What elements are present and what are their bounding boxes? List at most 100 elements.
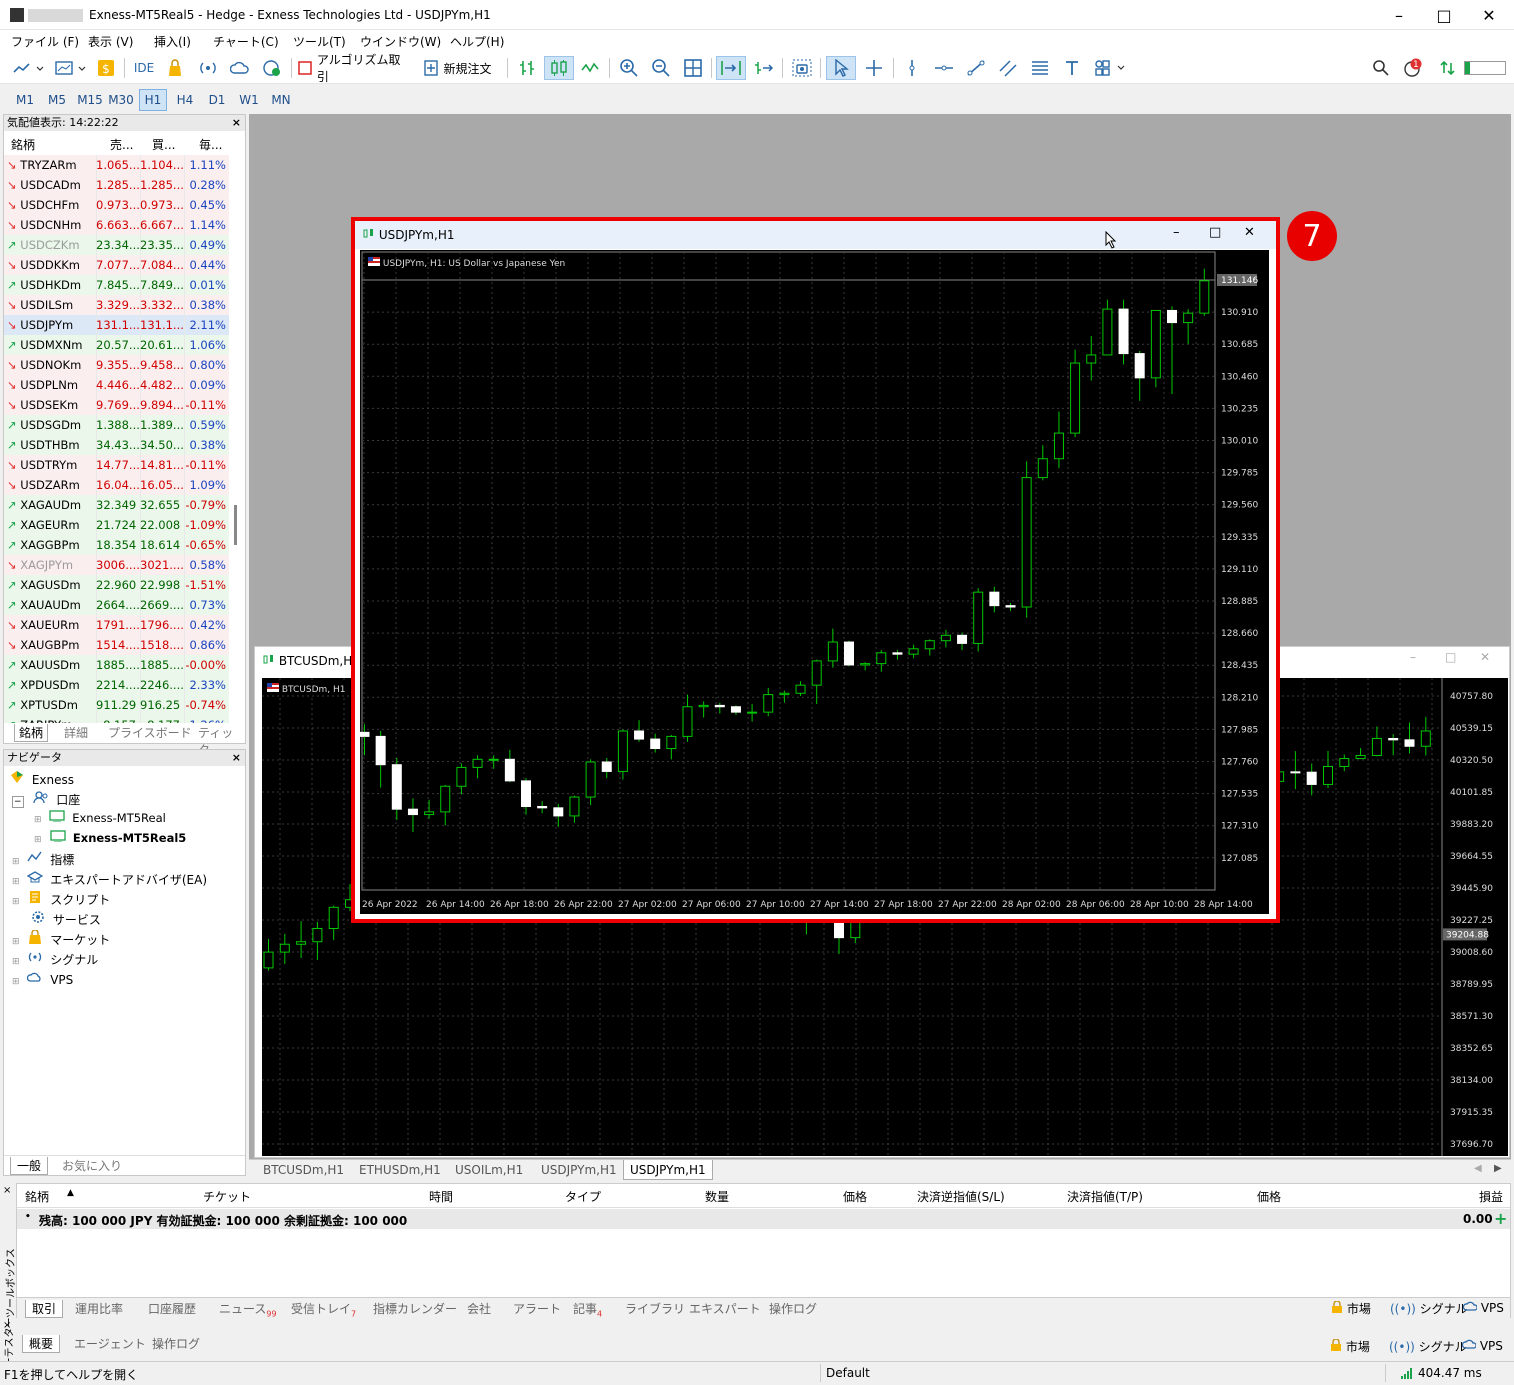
nav-scripts[interactable]: ⊞ スクリプト: [12, 890, 110, 908]
tf-h4[interactable]: H4: [171, 89, 199, 111]
notifications-icon[interactable]: 1: [1400, 56, 1426, 80]
market-watch-row[interactable]: ↘ USDZARm 16.04... 16.05... 1.09%: [4, 475, 229, 495]
col-bid[interactable]: 売...: [110, 136, 133, 153]
market-watch-row[interactable]: ↗ XAGGBPm 18.354 18.614 -0.65%: [4, 535, 229, 555]
menu-help[interactable]: ヘルプ(H): [450, 33, 504, 50]
close-icon[interactable]: ✕: [1480, 650, 1490, 664]
col-take-profit[interactable]: 決済指値(T/P): [1067, 1188, 1143, 1205]
col-price[interactable]: 価格: [843, 1188, 867, 1205]
nav-experts[interactable]: ⊞ エキスパートアドバイザ(EA): [12, 870, 207, 888]
menu-window[interactable]: ウインドウ(W): [360, 33, 441, 50]
signals-link[interactable]: ((•)) シグナル: [1389, 1338, 1467, 1355]
market-watch-row[interactable]: ↘ USDCHFm 0.973... 0.973... 0.45%: [4, 195, 229, 215]
tab-experts[interactable]: エキスパート: [689, 1300, 761, 1317]
tile-windows-icon[interactable]: [680, 56, 706, 80]
text-tool-icon[interactable]: [1059, 56, 1085, 80]
menu-view[interactable]: 表示 (V): [88, 33, 133, 50]
nav-root[interactable]: Exness: [10, 770, 74, 787]
market-watch-row[interactable]: ↘ XAUEURm 1791.... 1796.... 0.42%: [4, 615, 229, 635]
maximize-icon[interactable]: □: [1421, 0, 1467, 30]
candlestick-icon[interactable]: [544, 56, 574, 80]
line-chart-icon[interactable]: [578, 56, 604, 80]
tab-articles[interactable]: 記事4: [573, 1300, 602, 1318]
nav-account-2[interactable]: ⊞ Exness-MT5Real5: [34, 830, 186, 845]
market-watch-row[interactable]: ↗ XAGUSDm 22.960 22.998 -1.51%: [4, 575, 229, 595]
tab-agents[interactable]: エージェント: [74, 1335, 146, 1352]
scroll-right-icon[interactable]: ▶: [1494, 1163, 1502, 1174]
close-icon[interactable]: ×: [232, 115, 241, 131]
zoom-out-icon[interactable]: [648, 56, 674, 80]
tab-favorites[interactable]: お気に入り: [62, 1157, 122, 1174]
nav-indicators[interactable]: ⊞ 指標: [12, 850, 74, 868]
tf-h1[interactable]: H1: [139, 89, 167, 111]
tab-exposure[interactable]: 運用比率: [75, 1300, 123, 1317]
chart-tab-usoil[interactable]: USOILm,H1: [449, 1160, 529, 1180]
market-watch-row[interactable]: ↗ USDMXNm 20.57... 20.61... 1.06%: [4, 335, 229, 355]
templates-icon[interactable]: [52, 56, 90, 80]
chart-tab-ethusd[interactable]: ETHUSDm,H1: [353, 1160, 447, 1180]
cursor-icon[interactable]: [826, 56, 856, 80]
signals-link[interactable]: ((•)) シグナル: [1390, 1300, 1468, 1317]
menu-tools[interactable]: ツール(T): [293, 33, 346, 50]
market-watch-row[interactable]: ↗ USDCZKm 23.34... 23.35... 0.49%: [4, 235, 229, 255]
tab-symbols[interactable]: 銘柄: [14, 724, 49, 742]
tf-d1[interactable]: D1: [203, 89, 231, 111]
tab-details[interactable]: 詳細: [64, 724, 88, 741]
market-watch-row[interactable]: ↗ XPDUSDm 2214.... 2246.... 2.33%: [4, 675, 229, 695]
screenshot-icon[interactable]: [789, 56, 815, 80]
maximize-icon[interactable]: □: [1445, 650, 1456, 664]
chart-type-icon[interactable]: [10, 56, 48, 80]
chart-shift-icon[interactable]: [750, 56, 776, 80]
chart-tab-usdjpy-2[interactable]: USDJPYm,H1: [623, 1160, 713, 1180]
tab-tester-journal[interactable]: 操作ログ: [152, 1335, 200, 1352]
tab-news[interactable]: ニュース99: [219, 1300, 277, 1318]
tf-m30[interactable]: M30: [106, 89, 136, 111]
col-symbol[interactable]: 銘柄: [25, 1188, 49, 1205]
col-volume[interactable]: 数量: [705, 1188, 729, 1205]
market-watch-row[interactable]: ↘ USDPLNm 4.446... 4.482... 0.09%: [4, 375, 229, 395]
market-watch-row[interactable]: ↘ USDJPYm 131.1... 131.1... 2.11%: [4, 315, 229, 335]
maximize-icon[interactable]: □: [1209, 225, 1221, 240]
scrollbar-thumb[interactable]: [234, 505, 237, 545]
col-stop-loss[interactable]: 決済逆指値(S/L): [917, 1188, 1005, 1205]
market-watch-row[interactable]: ↘ USDCNHm 6.663... 6.667... 1.14%: [4, 215, 229, 235]
vertical-line-icon[interactable]: [899, 56, 925, 80]
connection-icon[interactable]: [1436, 56, 1460, 80]
auto-scroll-icon[interactable]: [716, 56, 746, 80]
market-watch-row[interactable]: ↗ ZARJPYm8.1578.1771.26%: [4, 715, 229, 723]
menu-insert[interactable]: 挿入(I): [154, 33, 191, 50]
usdjpy-chart-window[interactable]: USDJPYm,H1 – □ ✕ 26 Apr 2022 26 Apr 14:00…: [353, 219, 1277, 919]
nav-vps[interactable]: ⊞ VPS: [12, 970, 73, 987]
dollar-icon[interactable]: $: [95, 56, 117, 80]
market-watch-row[interactable]: ↘ XAGJPYm 3006.... 3021.... 0.58%: [4, 555, 229, 575]
tab-trade[interactable]: 取引: [25, 1300, 64, 1318]
crosshair-icon[interactable]: [861, 56, 887, 80]
new-order-button[interactable]: 新規注文: [418, 56, 498, 80]
tab-library[interactable]: ライブラリ: [625, 1300, 685, 1317]
tab-overview[interactable]: 概要: [22, 1335, 61, 1353]
minimize-icon[interactable]: –: [1173, 225, 1180, 240]
col-profit[interactable]: 損益: [1479, 1188, 1503, 1205]
market-watch-row[interactable]: ↘ USDNOKm 9.355... 9.458... 0.80%: [4, 355, 229, 375]
channel-icon[interactable]: [995, 56, 1021, 80]
chart-tab-usdjpy-1[interactable]: USDJPYm,H1: [535, 1160, 623, 1180]
close-icon[interactable]: ✕: [1244, 225, 1255, 240]
tab-history[interactable]: 口座履歴: [148, 1300, 196, 1317]
tf-w1[interactable]: W1: [235, 89, 263, 111]
close-icon[interactable]: ×: [232, 750, 241, 766]
chart-tab-btcusd[interactable]: BTCUSDm,H1: [257, 1160, 350, 1180]
tab-journal[interactable]: 操作ログ: [769, 1300, 817, 1317]
market-watch-row[interactable]: ↘ USDDKKm 7.077... 7.084... 0.44%: [4, 255, 229, 275]
col-change[interactable]: 毎...: [199, 136, 222, 153]
tf-m15[interactable]: M15: [75, 89, 105, 111]
col-time[interactable]: 時間: [429, 1188, 453, 1205]
market-watch-row[interactable]: ↗ USDTHBm 34.43... 34.50... 0.38%: [4, 435, 229, 455]
market-watch-row[interactable]: ↘ USDILSm 3.329... 3.332... 0.38%: [4, 295, 229, 315]
bar-chart-icon[interactable]: [514, 56, 540, 80]
vps-link[interactable]: VPS: [1462, 1300, 1504, 1315]
tf-m5[interactable]: M5: [43, 89, 71, 111]
market-watch-row[interactable]: ↘ USDTRYm 14.77... 14.81... -0.11%: [4, 455, 229, 475]
market-watch-row[interactable]: ↘ USDSEKm 9.769... 9.894... -0.11%: [4, 395, 229, 415]
menu-file[interactable]: ファイル (F): [11, 33, 79, 50]
market-watch-row[interactable]: ↘ USDCADm 1.285... 1.285... 0.28%: [4, 175, 229, 195]
